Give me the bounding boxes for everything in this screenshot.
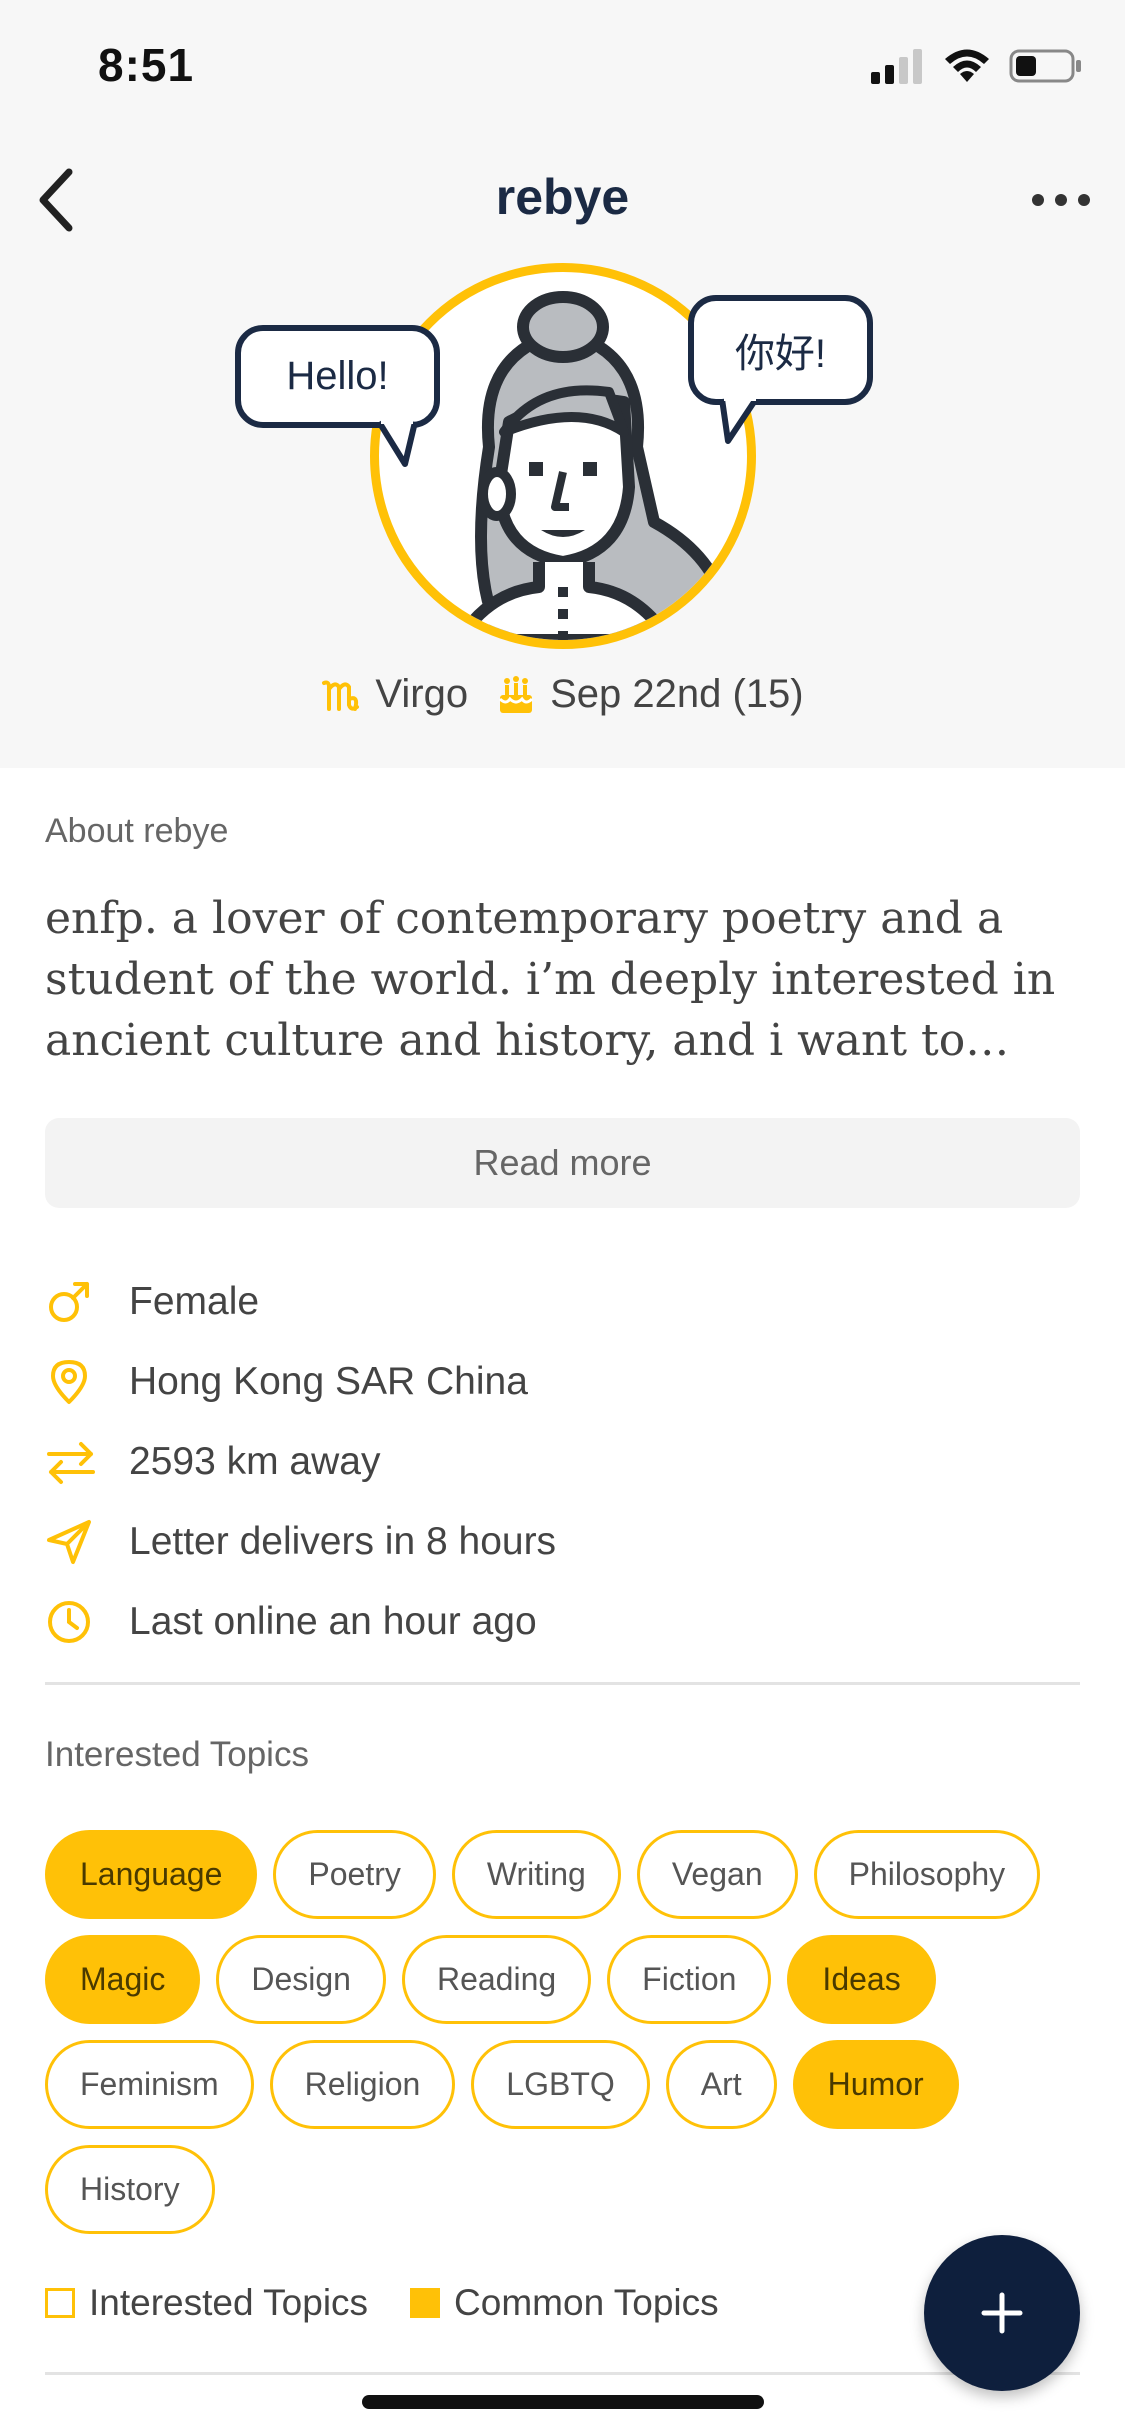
- section-divider-bottom: [45, 2372, 1080, 2375]
- topic-chip-row: Magic Design Reading Fiction Ideas: [45, 1935, 1095, 2024]
- gender-icon: [45, 1278, 129, 1326]
- compose-fab-button[interactable]: [924, 2235, 1080, 2391]
- info-row-gender-text: Female: [129, 1280, 260, 1323]
- virgo-symbol-icon: [322, 680, 360, 711]
- read-more-button[interactable]: Read more: [45, 1118, 1080, 1208]
- topic-chip[interactable]: Reading: [401, 1935, 592, 2024]
- status-bar: 8:51: [0, 0, 1125, 135]
- topic-chip[interactable]: Language: [45, 1830, 258, 1919]
- about-heading: About rebye: [45, 812, 229, 850]
- topic-chip-row: Feminism Religion LGBTQ Art Humor: [45, 2040, 1095, 2129]
- speech-bubble-hello-text: Hello!: [286, 354, 389, 398]
- wifi-icon: [945, 49, 989, 82]
- speech-bubble-hello: Hello!: [235, 325, 440, 428]
- page-title: rebye: [495, 169, 630, 225]
- topic-chip-row: Language Poetry Writing Vegan Philosophy: [45, 1830, 1095, 1919]
- topic-chip[interactable]: Design: [216, 1935, 386, 2024]
- info-row-gender: Female: [45, 1262, 1080, 1342]
- topic-chip[interactable]: Vegan: [636, 1830, 798, 1919]
- location-pin-icon: [45, 1358, 129, 1406]
- profile-info-list: Female Hong Kong SAR China 2593 km away …: [45, 1262, 1080, 1662]
- info-row-delivery: Letter delivers in 8 hours: [45, 1502, 1080, 1582]
- read-more-label: Read more: [473, 1142, 652, 1183]
- topic-chip[interactable]: LGBTQ: [471, 2040, 650, 2129]
- legend-common-label: Common Topics: [454, 2282, 719, 2323]
- topic-chip[interactable]: Art: [665, 2040, 777, 2129]
- about-bio-text: enfp. a lover of contemporary poetry and…: [45, 893, 1056, 1066]
- speech-bubble-tail-left: [376, 418, 418, 467]
- home-indicator[interactable]: [362, 2395, 764, 2409]
- topic-chip[interactable]: Writing: [451, 1830, 621, 1919]
- zodiac-sign: Virgo: [321, 672, 468, 717]
- status-time: 8:51: [98, 39, 195, 91]
- info-row-distance: 2593 km away: [45, 1422, 1080, 1502]
- topic-chip[interactable]: Philosophy: [813, 1830, 1041, 1919]
- info-row-location: Hong Kong SAR China: [45, 1342, 1080, 1422]
- legend-interested-swatch: [45, 2288, 75, 2318]
- speech-bubble-nihao-text: 你好!: [734, 332, 827, 376]
- plus-icon: [981, 2292, 1023, 2334]
- topic-chip[interactable]: Poetry: [273, 1830, 436, 1919]
- topic-chip[interactable]: Feminism: [45, 2040, 254, 2129]
- speech-bubble-nihao: 你好!: [688, 295, 873, 405]
- distance-arrows-icon: [45, 1438, 129, 1486]
- interested-topics-heading: Interested Topics: [45, 1735, 309, 1774]
- clock-icon: [45, 1598, 129, 1646]
- info-row-last-online-text: Last online an hour ago: [129, 1600, 537, 1643]
- topic-chip[interactable]: History: [45, 2145, 215, 2234]
- topic-chip[interactable]: Humor: [792, 2040, 959, 2129]
- topic-chip[interactable]: Religion: [269, 2040, 456, 2129]
- speech-bubble-tail-right: [719, 395, 759, 444]
- topic-chip[interactable]: Fiction: [607, 1935, 772, 2024]
- birthday-text: Sep 22nd (15): [550, 672, 804, 716]
- status-icons: [869, 48, 1083, 84]
- zodiac-sign-text: Virgo: [375, 672, 469, 716]
- info-row-delivery-text: Letter delivers in 8 hours: [129, 1520, 557, 1563]
- topic-chip[interactable]: Ideas: [787, 1935, 936, 2024]
- cellular-signal-icon: [871, 49, 922, 84]
- info-row-distance-text: 2593 km away: [129, 1440, 381, 1483]
- info-row-last-online: Last online an hour ago: [45, 1582, 1080, 1662]
- topic-chips: Language Poetry Writing Vegan Philosophy…: [45, 1830, 1095, 2250]
- section-divider: [45, 1682, 1080, 1685]
- topic-chip-row: History: [45, 2145, 1095, 2234]
- birthday: Sep 22nd (15): [496, 672, 804, 717]
- topics-legend: Interested Topics Common Topics: [45, 2282, 719, 2324]
- info-row-location-text: Hong Kong SAR China: [129, 1360, 528, 1403]
- legend-common-swatch: [410, 2288, 441, 2318]
- more-options-button[interactable]: [1021, 170, 1101, 230]
- topic-chip[interactable]: Magic: [45, 1935, 201, 2024]
- ellipsis-icon: [1032, 194, 1090, 206]
- paper-plane-icon: [45, 1518, 129, 1566]
- zodiac-birthday-row: Virgo Sep 22nd (15): [0, 672, 1125, 717]
- battery-icon: [1009, 49, 1081, 83]
- legend-interested-label: Interested Topics: [89, 2282, 369, 2323]
- birthday-cake-icon: [499, 675, 534, 713]
- navigation-bar: rebye: [0, 150, 1125, 250]
